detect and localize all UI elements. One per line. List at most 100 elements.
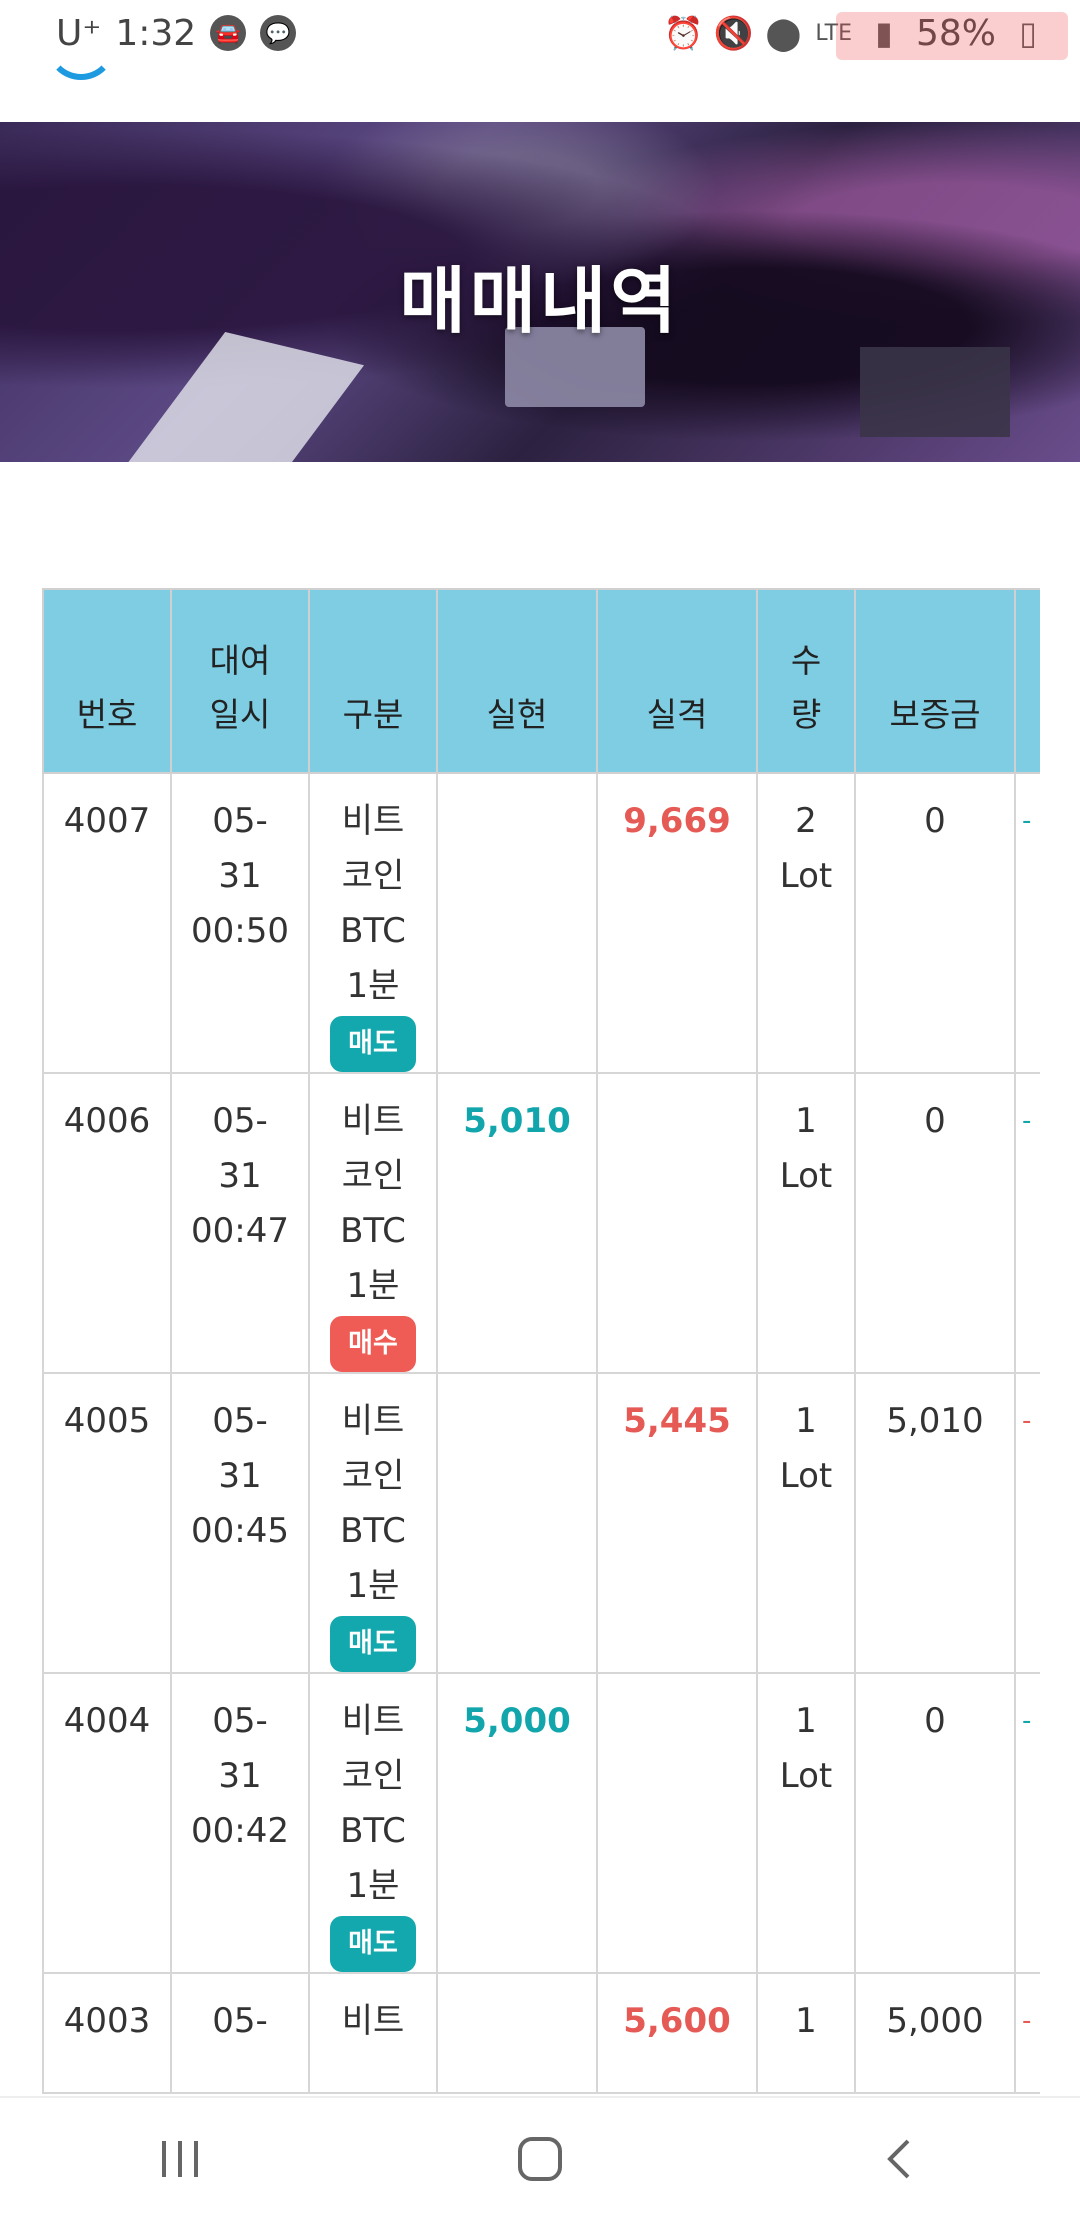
sell-badge: 매도 — [330, 1916, 416, 1972]
row-category: 비트 — [341, 2001, 405, 2041]
row-number-cell: 4004 — [42, 1672, 172, 1974]
row-deposit-cell: 0 — [854, 772, 1016, 1074]
row-deposit: 0 — [924, 801, 946, 841]
row-extra-cell: - — [1014, 1672, 1040, 1974]
table-row[interactable]: 4007 05- 31 00:50 비트 코인 BTC 1분매도 9,669 2 Lot… — [42, 772, 1040, 1074]
trade-history-table[interactable]: 번호 대여 일시 구분 실현 실격 수 량 보증금 4007 05- 31 00:50 비트 코… — [42, 588, 1040, 2096]
row-extra-mark: - — [1022, 1106, 1032, 1136]
row-loss-cell — [596, 1672, 758, 1974]
row-number: 4003 — [63, 2001, 151, 2041]
row-loss-cell: 5,600 — [596, 1972, 758, 2094]
row-extra-mark: - — [1022, 806, 1032, 836]
row-quantity-cell: 1 Lot — [756, 1372, 856, 1674]
sell-badge: 매도 — [330, 1016, 416, 1072]
status-time: 1:32 — [115, 12, 197, 54]
row-category: 비트 코인 BTC 1분 — [340, 1401, 406, 1606]
row-deposit: 0 — [924, 1701, 946, 1741]
home-icon — [518, 2137, 562, 2181]
row-quantity: 1 — [795, 2001, 817, 2041]
row-date-cell: 05- — [170, 1972, 310, 2094]
header-category: 구분 — [308, 588, 438, 774]
messenger-icon: 💬 — [260, 15, 297, 51]
table-row[interactable]: 4006 05- 31 00:47 비트 코인 BTC 1분 매수 5,010 1 Lot… — [42, 1072, 1040, 1374]
row-extra-mark: - — [1022, 1706, 1032, 1736]
recent-apps-icon — [162, 2141, 198, 2177]
row-loss-cell: 5,445 — [596, 1372, 758, 1674]
back-icon — [887, 2139, 910, 2179]
table-row[interactable]: 4004 05- 31 00:42 비트 코인 BTC 1분 매도 5,000 1 Lot… — [42, 1672, 1040, 1974]
row-extra-cell: - — [1014, 1072, 1040, 1374]
row-extra-cell: - — [1014, 1972, 1040, 2094]
row-deposit: 5,000 — [886, 2001, 984, 2041]
watermark-logo — [836, 12, 1068, 60]
row-deposit-cell: 5,010 — [854, 1372, 1016, 1674]
row-quantity: 1 Lot — [779, 1401, 833, 1496]
row-realized: 5,010 — [463, 1101, 571, 1141]
row-quantity-cell: 1 — [756, 1972, 856, 2094]
row-quantity-cell: 2 Lot — [756, 772, 856, 1074]
mute-icon: 🔇 — [713, 14, 754, 52]
row-number: 4007 — [63, 801, 151, 841]
row-extra-cell: - — [1014, 1372, 1040, 1674]
system-nav-bar — [0, 2096, 1080, 2220]
header-quantity: 수 량 — [756, 588, 856, 774]
buy-badge: 매수 — [330, 1316, 416, 1372]
row-date-cell: 05- 31 00:42 — [170, 1672, 310, 1974]
row-date: 05- 31 00:45 — [191, 1401, 289, 1551]
row-number: 4005 — [63, 1401, 151, 1441]
row-loss: 9,669 — [623, 801, 731, 841]
row-realized-cell — [436, 772, 598, 1074]
row-realized-cell: 5,010 — [436, 1072, 598, 1374]
header-rental-date: 대여 일시 — [170, 588, 310, 774]
row-deposit-cell: 5,000 — [854, 1972, 1016, 2094]
home-button[interactable] — [480, 2119, 600, 2199]
row-category: 비트 코인 BTC 1분 — [340, 801, 406, 1006]
site-logo[interactable] — [46, 28, 116, 80]
banner-photo-laptop — [115, 332, 365, 462]
row-date-cell: 05- 31 00:50 — [170, 772, 310, 1074]
table-row[interactable]: 4005 05- 31 00:45 비트 코인 BTC 1분매도 5,445 1 Lot… — [42, 1372, 1040, 1674]
row-realized: 5,000 — [463, 1701, 571, 1741]
row-date: 05- 31 00:42 — [191, 1701, 289, 1851]
row-category-cell: 비트 코인 BTC 1분 매도 — [308, 1672, 438, 1974]
row-loss-cell — [596, 1072, 758, 1374]
location-icon: ⬤ — [765, 14, 802, 52]
header-extra — [1014, 588, 1040, 774]
row-date: 05- 31 00:50 — [191, 801, 289, 951]
row-loss: 5,600 — [623, 2001, 731, 2041]
row-number-cell: 4007 — [42, 772, 172, 1074]
row-deposit: 5,010 — [886, 1401, 984, 1441]
table-header-row: 번호 대여 일시 구분 실현 실격 수 량 보증금 — [42, 588, 1040, 774]
header-deposit: 보증금 — [854, 588, 1016, 774]
recent-apps-button[interactable] — [120, 2119, 240, 2199]
row-category: 비트 코인 BTC 1분 — [340, 1101, 406, 1306]
row-number: 4004 — [63, 1701, 151, 1741]
row-realized-cell: 5,000 — [436, 1672, 598, 1974]
page-title: 매매내역 — [399, 259, 681, 343]
row-date: 05- 31 00:47 — [191, 1101, 289, 1251]
row-extra-mark: - — [1022, 1406, 1032, 1436]
sell-badge: 매도 — [330, 1616, 416, 1672]
row-quantity: 2 Lot — [779, 801, 833, 896]
row-deposit-cell: 0 — [854, 1072, 1016, 1374]
row-number-cell: 4005 — [42, 1372, 172, 1674]
row-date-cell: 05- 31 00:45 — [170, 1372, 310, 1674]
row-category-cell: 비트 — [308, 1972, 438, 2094]
header-realized: 실현 — [436, 588, 598, 774]
row-number-cell: 4003 — [42, 1972, 172, 2094]
row-quantity: 1 Lot — [779, 1701, 833, 1796]
row-quantity: 1 Lot — [779, 1101, 833, 1196]
car-icon: 🚘 — [210, 15, 247, 51]
row-loss: 5,445 — [623, 1401, 731, 1441]
banner-photo-laptop — [860, 347, 1010, 437]
row-realized-cell — [436, 1372, 598, 1674]
back-button[interactable] — [840, 2119, 960, 2199]
row-loss-cell: 9,669 — [596, 772, 758, 1074]
row-number-cell: 4006 — [42, 1072, 172, 1374]
table-row[interactable]: 4003 05- 비트 5,600 1 5,000 - — [42, 1972, 1040, 2094]
row-date-cell: 05- 31 00:47 — [170, 1072, 310, 1374]
header-number: 번호 — [42, 588, 172, 774]
row-extra-cell: - — [1014, 772, 1040, 1074]
row-date: 05- — [212, 2001, 268, 2041]
row-category-cell: 비트 코인 BTC 1분매수 — [308, 1072, 438, 1374]
